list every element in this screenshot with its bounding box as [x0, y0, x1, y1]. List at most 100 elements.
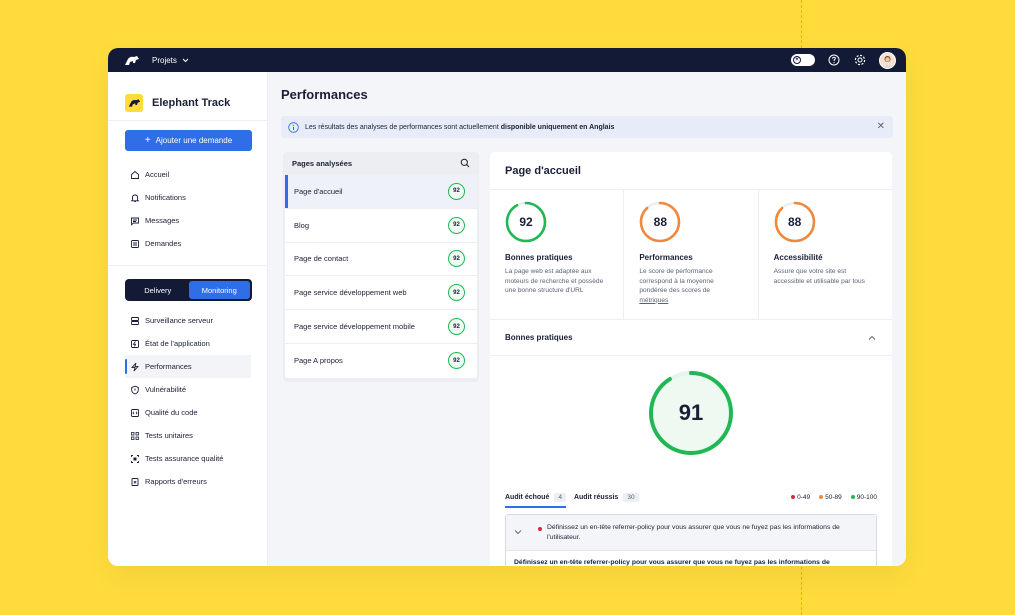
segment-delivery[interactable]: Delivery — [127, 281, 189, 299]
nav-label: Accueil — [145, 170, 170, 179]
chevron-up-icon — [868, 335, 876, 340]
list-item[interactable]: Page d'accueil 92 — [285, 175, 477, 209]
metric-performances: 88 Performances Le score de performance … — [624, 190, 759, 319]
home-icon — [130, 170, 140, 180]
score-ring: 88 — [774, 201, 816, 243]
status-dot-red — [538, 526, 542, 531]
server-icon — [130, 316, 140, 326]
analyzed-pages-panel: Pages analysées Page d'accueil 92 Blog 9… — [283, 152, 479, 382]
divider — [108, 265, 267, 266]
nav-label: Demandes — [145, 239, 182, 248]
unit-tests-icon — [130, 431, 140, 441]
nav-item-qualite-code[interactable]: Qualité du code — [108, 401, 267, 424]
list-item[interactable]: Page service développement web 92 — [285, 276, 477, 311]
nav-item-surveillance-serveur[interactable]: Surveillance serveur — [108, 309, 267, 332]
legend-dot-orange — [819, 495, 824, 499]
tab-count: 4 — [554, 492, 566, 502]
legend-label: 0-49 — [797, 493, 811, 501]
legend-item: 90-100 — [850, 493, 877, 501]
delivery-monitoring-switch: Delivery Monitoring — [125, 279, 252, 301]
brand: Elephant Track — [108, 72, 267, 120]
chevron-down-icon — [182, 58, 189, 62]
help-icon[interactable] — [827, 53, 841, 67]
list-item[interactable]: Blog 92 — [285, 209, 477, 243]
nav-item-accueil[interactable]: Accueil — [108, 163, 267, 186]
nav-label: Surveillance serveur — [145, 316, 213, 325]
user-avatar[interactable] — [879, 51, 896, 69]
pages-list: Page d'accueil 92 Blog 92 Page de contac… — [285, 175, 477, 378]
nav-label: État de l'application — [145, 339, 210, 348]
top-bar: Projets ☀ — [108, 48, 906, 72]
score-badge: 92 — [448, 284, 465, 302]
audit-tabs: Audit échoué 4 Audit réussis 30 0-49 50-… — [505, 487, 877, 508]
legend-dot-red — [791, 495, 796, 499]
list-item[interactable]: Page A propos 92 — [285, 344, 477, 378]
legend-item: 50-89 — [819, 494, 842, 501]
nav-label: Performances — [145, 362, 192, 371]
list-item[interactable]: Page service développement mobile 92 — [285, 310, 477, 344]
nav-label: Qualité du code — [145, 408, 198, 417]
nav-item-rapports-erreurs[interactable]: Rapports d'erreurs — [108, 470, 267, 493]
score-badge: 92 — [448, 216, 465, 234]
nav-item-tests-unitaires[interactable]: Tests unitaires — [108, 424, 267, 447]
monitoring-nav: Surveillance serveur État de l'applicati… — [108, 309, 267, 493]
nav-item-notifications[interactable]: Notifications — [108, 186, 267, 209]
projects-label: Projets — [152, 55, 177, 65]
nav-label: Rapports d'erreurs — [145, 477, 207, 486]
main-content: Performances Les résultats des analyses … — [268, 72, 906, 566]
metric-name: Accessibilité — [773, 253, 823, 262]
brand-name: Elephant Track — [152, 96, 231, 109]
audit-item-header[interactable]: Définissez un en-tête referrer-policy po… — [506, 515, 876, 551]
info-banner: Les résultats des analyses de performanc… — [281, 116, 893, 138]
chevron-down-icon — [514, 528, 524, 537]
nav-item-performances[interactable]: Performances — [125, 355, 251, 378]
nav-item-demandes[interactable]: Demandes — [108, 232, 267, 255]
page-label: Page service développement web — [294, 288, 407, 298]
metrics-link[interactable]: métriques — [639, 297, 668, 304]
section-title: Bonnes pratiques — [505, 333, 573, 342]
nav-item-tests-assurance-qualite[interactable]: Tests assurance qualité — [108, 447, 267, 470]
tab-label: Audit réussis — [573, 493, 619, 501]
main-nav: Accueil Notifications Messages Demandes — [108, 163, 267, 255]
projects-dropdown[interactable]: Projets — [152, 56, 189, 65]
nav-item-etat-application[interactable]: État de l'application — [108, 332, 267, 355]
score-value: 92 — [519, 215, 533, 229]
brand-logo-icon — [125, 93, 143, 112]
sun-icon: ☀ — [793, 56, 801, 64]
close-icon[interactable]: ✕ — [877, 121, 885, 132]
score-legend: 0-49 50-89 90-100 — [791, 487, 877, 507]
add-request-button[interactable]: + Ajouter une demande — [125, 130, 252, 151]
metric-accessibilite: 88 Accessibilité Assure que votre site e… — [759, 190, 892, 319]
audit-item: Définissez un en-tête referrer-policy po… — [505, 514, 877, 566]
audit-item-title: Définissez un en-tête referrer-policy po… — [547, 524, 840, 541]
list-icon — [130, 239, 140, 249]
nav-label: Messages — [145, 216, 180, 225]
tab-audit-echoue[interactable]: Audit échoué 4 — [505, 487, 566, 508]
segment-monitoring[interactable]: Monitoring — [188, 281, 250, 299]
page-label: Page service développement mobile — [294, 322, 415, 332]
nav-item-vulnerabilite[interactable]: Vulnérabilité — [108, 378, 267, 401]
pages-header-label: Pages analysées — [292, 159, 353, 168]
metric-description: Le score de performance correspond à la … — [639, 267, 739, 305]
nav-item-messages[interactable]: Messages — [108, 209, 267, 232]
elephant-logo-icon[interactable] — [124, 54, 142, 66]
detail-title: Page d'accueil — [490, 152, 892, 190]
metric-name: Performances — [639, 253, 693, 262]
page-detail-panel: Page d'accueil 92 Bonnes pratiques La pa… — [490, 152, 892, 566]
tab-label: Audit échoué — [505, 493, 550, 501]
audit-item-body: Définissez un en-tête referrer-policy po… — [514, 559, 830, 566]
legend-dot-green — [850, 495, 855, 499]
search-icon[interactable] — [460, 158, 470, 170]
tab-audit-reussis[interactable]: Audit réussis 30 — [574, 487, 639, 507]
nav-label: Tests assurance qualité — [145, 454, 224, 463]
theme-toggle[interactable]: ☀ — [791, 54, 815, 66]
score-value: 88 — [653, 215, 667, 229]
section-header-bonnes-pratiques[interactable]: Bonnes pratiques — [490, 320, 892, 356]
list-item[interactable]: Page de contact 92 — [285, 243, 477, 277]
page-title: Performances — [281, 87, 368, 102]
tab-count: 30 — [623, 492, 639, 502]
settings-gear-icon[interactable] — [853, 53, 867, 67]
nav-label: Vulnérabilité — [145, 385, 186, 394]
legend-label: 90-100 — [856, 493, 877, 501]
page-label: Page A propos — [294, 356, 343, 366]
